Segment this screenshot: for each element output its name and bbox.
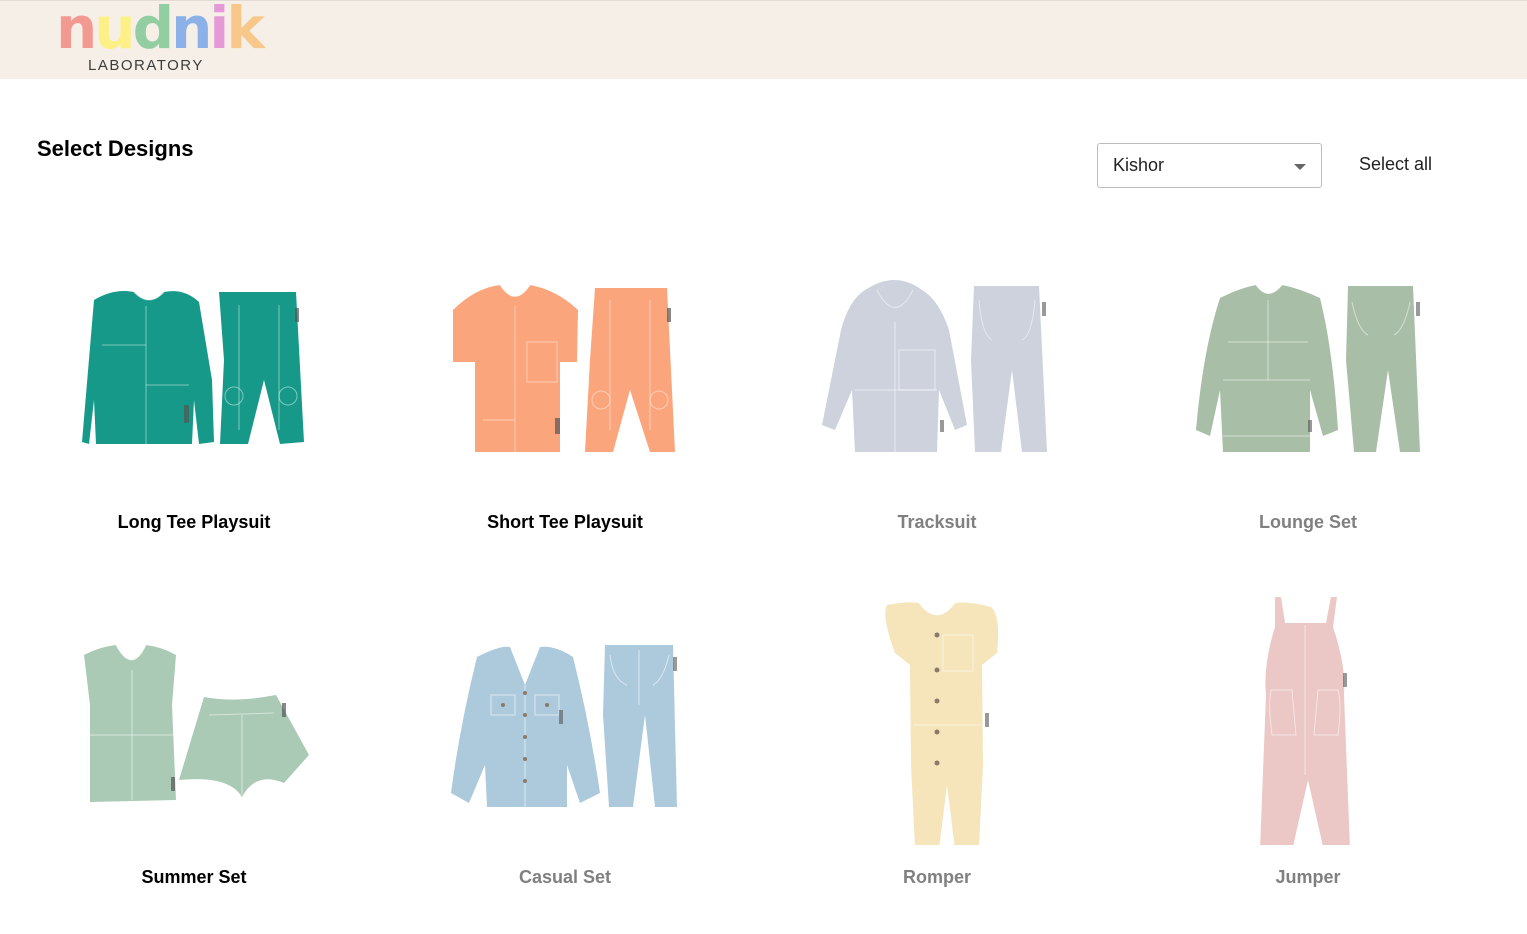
logo-letter: n (56, 0, 97, 62)
lounge-set-illustration (1196, 284, 1420, 452)
design-card-lounge-set[interactable]: Lounge Set (1148, 230, 1468, 550)
design-label: Romper (902, 867, 971, 887)
design-label: Summer Set (141, 867, 247, 887)
design-card-long-tee-playsuit[interactable]: Long Tee Playsuit (34, 230, 354, 550)
design-card-summer-set[interactable]: Summer Set (34, 585, 354, 905)
short-tee-playsuit-illustration (453, 284, 675, 452)
page-title: Select Designs (37, 136, 194, 161)
design-label: Tracksuit (897, 512, 977, 532)
design-card-casual-set[interactable]: Casual Set (405, 585, 725, 905)
logo-wordmark: nudnik (56, 0, 265, 63)
design-label: Jumper (1275, 867, 1341, 887)
design-card-tracksuit[interactable]: Tracksuit (777, 230, 1097, 550)
design-label: Casual Set (518, 867, 612, 887)
casual-set-illustration (451, 645, 677, 807)
designer-select[interactable]: Kishor (1097, 143, 1322, 188)
tracksuit-illustration (822, 280, 1047, 452)
logo-subtitle: LABORATORY (88, 57, 204, 74)
design-card-short-tee-playsuit[interactable]: Short Tee Playsuit (405, 230, 725, 550)
long-tee-playsuit-illustration (82, 291, 304, 444)
design-label: Short Tee Playsuit (487, 512, 643, 532)
chevron-down-icon (1294, 164, 1306, 170)
logo-letter: u (94, 0, 135, 62)
logo-letter: n (171, 0, 212, 62)
select-all-button[interactable]: Select all (1359, 154, 1432, 175)
brand-logo[interactable]: nudnik LABORATORY (56, 0, 265, 77)
design-card-jumper[interactable]: Jumper (1148, 585, 1468, 905)
romper-illustration (885, 602, 999, 845)
logo-letter: k (226, 0, 265, 62)
logo-letter: d (132, 0, 174, 62)
designer-select-value: Kishor (1113, 155, 1165, 175)
logo-letter: i (209, 0, 229, 62)
design-label: Lounge Set (1259, 512, 1357, 532)
design-label: Long Tee Playsuit (117, 512, 271, 532)
summer-set-illustration (84, 644, 309, 802)
design-card-romper[interactable]: Romper (777, 585, 1097, 905)
top-header: nudnik LABORATORY (0, 0, 1527, 79)
jumper-illustration (1260, 597, 1350, 845)
